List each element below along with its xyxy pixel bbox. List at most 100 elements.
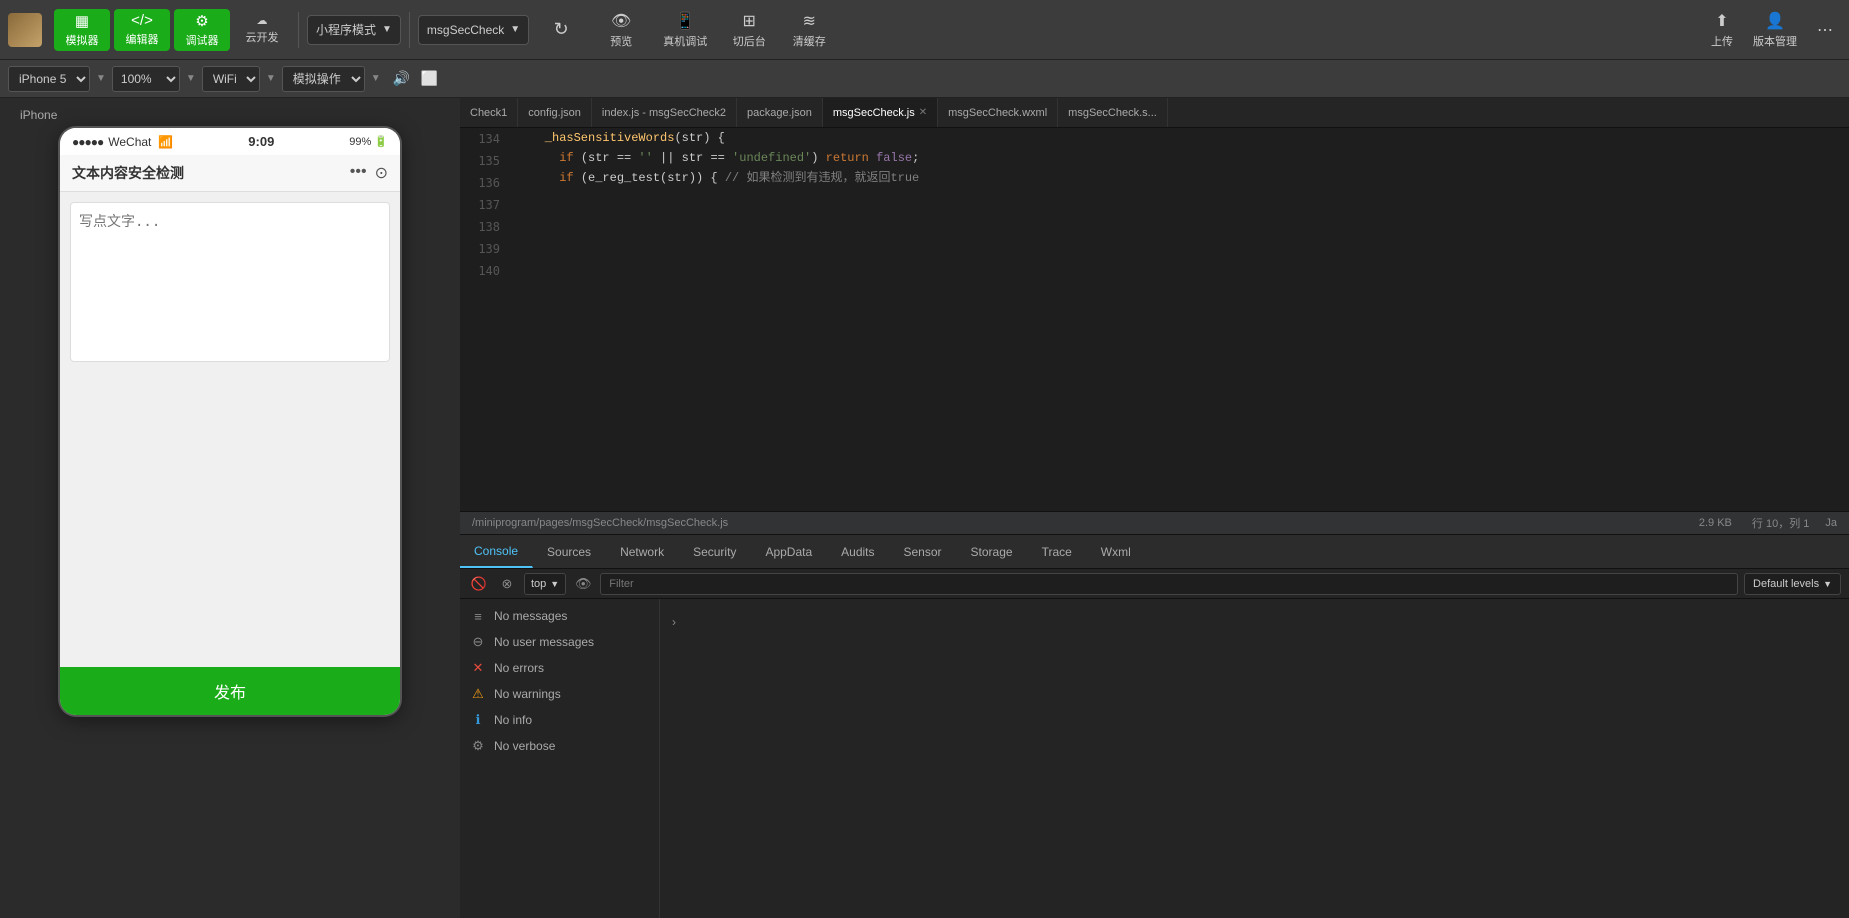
tab-console[interactable]: Console	[460, 535, 533, 568]
wifi-status-icon: 📶	[158, 135, 173, 149]
more-button[interactable]: ⋯	[1809, 16, 1841, 44]
version-manager-button[interactable]: 👤 版本管理	[1745, 7, 1805, 53]
refresh-icon: ↻	[554, 19, 569, 40]
nav-dots-icon[interactable]: •••	[350, 163, 367, 183]
device-select[interactable]: iPhone 5	[8, 66, 90, 92]
preserve-log-button[interactable]: ⊗	[496, 573, 518, 595]
filter-no-user-messages[interactable]: ⊖ No user messages	[460, 629, 659, 655]
phone-content	[60, 192, 400, 377]
zoom-select[interactable]: 100%	[112, 66, 180, 92]
submit-button[interactable]: 发布	[60, 667, 400, 715]
console-content: ≡ No messages ⊖ No user messages ✕ No er…	[460, 599, 1849, 918]
toolbar-sep-1	[298, 12, 299, 48]
simulator-icon: ▦	[75, 12, 89, 30]
filter-no-errors[interactable]: ✕ No errors	[460, 655, 659, 681]
cut-backend-button[interactable]: ⊞ 切后台	[721, 9, 777, 51]
filter-no-warnings[interactable]: ⚠ No warnings	[460, 681, 659, 707]
refresh-button[interactable]: ↻	[533, 9, 589, 51]
upload-icon: ⬆	[1715, 11, 1728, 31]
tab-check1[interactable]: Check1	[460, 98, 518, 127]
code-editor[interactable]: 134 135 136 137 138 139 140 _hasSensitiv…	[460, 128, 1849, 511]
audio-toggle-icon[interactable]: 🔊	[391, 68, 413, 90]
content-textarea[interactable]	[70, 202, 390, 362]
toolbar2-icons: 🔊 ⬜	[391, 68, 441, 90]
chevron-down-icon7: ▼	[550, 579, 559, 589]
filter-input[interactable]	[600, 573, 1738, 595]
chevron-down-icon6: ▼	[371, 73, 381, 84]
status-time: 9:09	[248, 134, 274, 149]
version-icon: 👤	[1765, 11, 1785, 31]
main-layout: iPhone ●●●●● WeChat 📶 9:09 99% 🔋 文本内容安全检…	[0, 98, 1849, 918]
context-dropdown[interactable]: top ▼	[524, 573, 566, 595]
cloud-button[interactable]: ☁ 云开发	[234, 9, 290, 51]
tab-sensor[interactable]: Sensor	[890, 535, 957, 568]
avatar[interactable]	[8, 13, 42, 47]
chevron-down-icon: ▼	[382, 24, 392, 35]
right-panel: Check1 config.json index.js - msgSecChec…	[460, 98, 1849, 918]
battery-icon: 🔋	[374, 135, 388, 148]
tab-package-json[interactable]: package.json	[737, 98, 823, 127]
screen-icon[interactable]: ⬜	[419, 68, 441, 90]
editor-tabs: Check1 config.json index.js - msgSecChec…	[460, 98, 1849, 128]
cloud-icon: ☁	[257, 14, 268, 27]
file-path: /miniprogram/pages/msgSecCheck/msgSecChe…	[472, 517, 728, 529]
tab-msgseccheck-wxml[interactable]: msgSecCheck.wxml	[938, 98, 1058, 127]
second-toolbar: iPhone 5 ▼ 100% ▼ WiFi ▼ 模拟操作 ▼ 🔊 ⬜	[0, 60, 1849, 98]
real-device-button[interactable]: 📱 真机调试	[653, 9, 717, 51]
filter-no-verbose[interactable]: ⚙ No verbose	[460, 733, 659, 759]
signal-dots: ●●●●●	[72, 135, 103, 149]
operation-select[interactable]: 模拟操作	[282, 66, 365, 92]
tab-security[interactable]: Security	[679, 535, 751, 568]
default-levels-label: Default levels	[1753, 578, 1819, 590]
list-icon: ≡	[470, 608, 486, 624]
nav-circle-icon[interactable]: ⊙	[375, 163, 388, 183]
tab-appdata[interactable]: AppData	[751, 535, 827, 568]
close-tab-icon[interactable]: ✕	[919, 107, 927, 118]
nav-title: 文本内容安全检测	[72, 163, 184, 183]
eye-icon: 👁	[611, 11, 631, 31]
debugger-button[interactable]: ⚙ 调试器	[174, 9, 230, 51]
top-toolbar: ▦ 模拟器 </> 编辑器 ⚙ 调试器 ☁ 云开发 小程序模式 ▼ msgSec…	[0, 0, 1849, 60]
phone-frame: ●●●●● WeChat 📶 9:09 99% 🔋 文本内容安全检测 ••• ⊙	[60, 128, 400, 715]
cut-icon: ⊞	[743, 11, 756, 31]
tab-sources[interactable]: Sources	[533, 535, 606, 568]
phone-icon: 📱	[675, 11, 695, 31]
battery-pct: 99%	[349, 136, 371, 148]
tab-network[interactable]: Network	[606, 535, 679, 568]
file-path-bar: /miniprogram/pages/msgSecCheck/msgSecChe…	[460, 511, 1849, 535]
filter-no-info[interactable]: ℹ No info	[460, 707, 659, 733]
chevron-down-icon5: ▼	[266, 73, 276, 84]
tab-index-js[interactable]: index.js - msgSecCheck2	[592, 98, 737, 127]
preview-button[interactable]: 👁 预览	[593, 9, 649, 51]
tab-trace[interactable]: Trace	[1028, 535, 1087, 568]
clear-console-button[interactable]: 🚫	[468, 573, 490, 595]
user-icon: ⊖	[470, 634, 486, 650]
filter-no-messages[interactable]: ≡ No messages	[460, 603, 659, 629]
tab-msgseccheck-js[interactable]: msgSecCheck.js ✕	[823, 98, 938, 127]
code-content: _hasSensitiveWords(str) { if (str == '' …	[508, 128, 1849, 511]
eye-filter-button[interactable]: 👁	[572, 573, 594, 595]
device-dropdown[interactable]: msgSecCheck ▼	[418, 15, 529, 45]
lang-label: Ja	[1825, 517, 1837, 529]
default-levels-button[interactable]: Default levels ▼	[1744, 573, 1841, 595]
console-main-area: ›	[660, 599, 1849, 918]
upload-button[interactable]: ⬆ 上传	[1703, 7, 1741, 53]
context-label: top	[531, 578, 546, 590]
mode-dropdown[interactable]: 小程序模式 ▼	[307, 15, 401, 45]
clear-cache-button[interactable]: ≋ 清缓存	[781, 9, 837, 51]
network-select[interactable]: WiFi	[202, 66, 260, 92]
phone-status-bar: ●●●●● WeChat 📶 9:09 99% 🔋	[60, 128, 400, 155]
tab-audits[interactable]: Audits	[827, 535, 889, 568]
chevron-down-icon3: ▼	[96, 73, 106, 84]
tab-storage[interactable]: Storage	[957, 535, 1028, 568]
simulator-button[interactable]: ▦ 模拟器	[54, 9, 110, 51]
devtools-tabs: Console Sources Network Security AppData…	[460, 535, 1849, 569]
simulator-panel: iPhone ●●●●● WeChat 📶 9:09 99% 🔋 文本内容安全检…	[0, 98, 460, 918]
tab-msgseccheck-style[interactable]: msgSecCheck.s...	[1058, 98, 1168, 127]
editor-button[interactable]: </> 编辑器	[114, 9, 170, 51]
console-messages-panel: ≡ No messages ⊖ No user messages ✕ No er…	[460, 599, 660, 918]
line-numbers: 134 135 136 137 138 139 140	[460, 128, 508, 282]
verbose-icon: ⚙	[470, 738, 486, 754]
tab-config-json[interactable]: config.json	[518, 98, 592, 127]
tab-wxml[interactable]: Wxml	[1087, 535, 1146, 568]
